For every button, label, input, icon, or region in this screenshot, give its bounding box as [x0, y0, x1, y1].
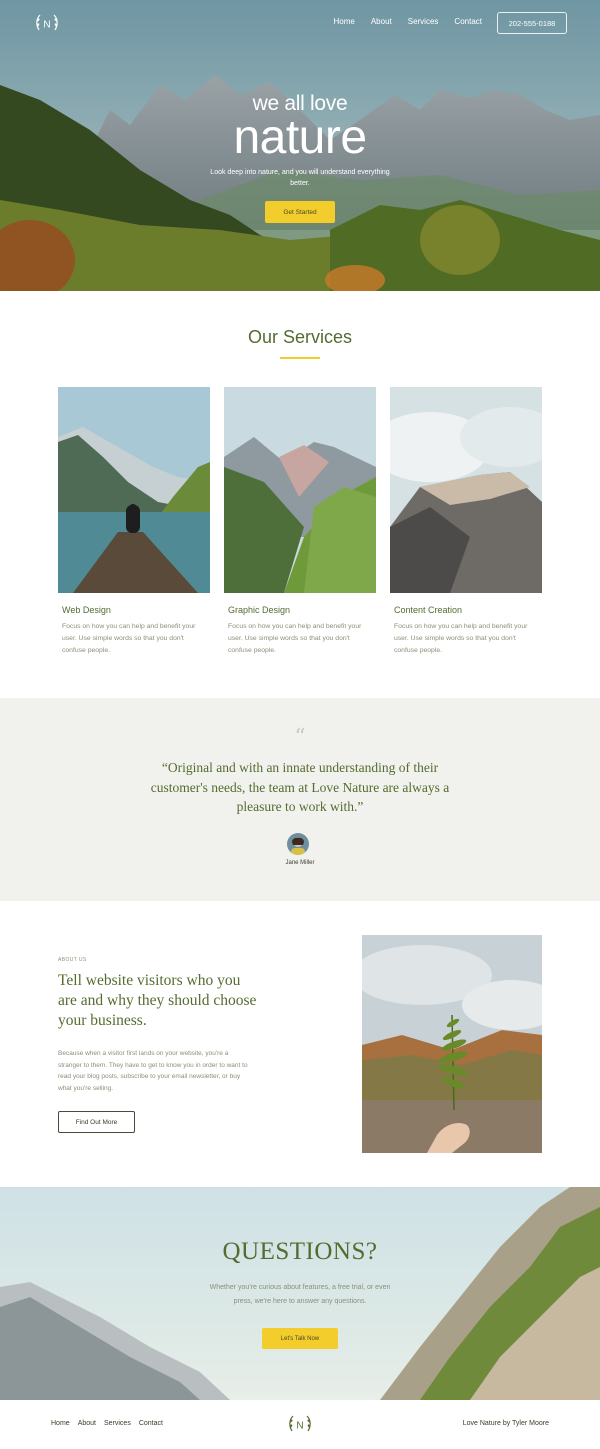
find-out-more-button[interactable]: Find Out More	[58, 1111, 135, 1133]
avatar	[287, 833, 309, 855]
phone-button[interactable]: 202-555-0188	[497, 12, 567, 34]
service-card-graphic-design[interactable]: Graphic Design Focus on how you can help…	[224, 387, 376, 657]
service-title: Graphic Design	[228, 605, 291, 615]
service-image-lake	[58, 387, 210, 593]
hero-section: N Home About Services Contact 202-555-01…	[0, 0, 600, 291]
logo[interactable]: N	[33, 10, 61, 38]
questions-title: QUESTIONS?	[222, 1238, 378, 1265]
nav-contact[interactable]: Contact	[454, 17, 482, 26]
svg-text:N: N	[43, 20, 50, 31]
avatar-photo-icon	[287, 833, 309, 855]
service-card-web-design[interactable]: Web Design Focus on how you can help and…	[58, 387, 210, 657]
main-nav: Home About Services Contact	[317, 17, 482, 26]
service-image-cliff	[390, 387, 542, 593]
footer-logo[interactable]: N	[286, 1411, 314, 1439]
service-title: Content Creation	[394, 605, 463, 615]
hero-heading-large: nature	[233, 111, 367, 164]
hero-subtitle: Look deep into nature, and you will unde…	[210, 169, 390, 187]
about-body: Because when a visitor first lands on yo…	[58, 1050, 248, 1093]
nav-services[interactable]: Services	[408, 17, 439, 26]
svg-text:N: N	[296, 1421, 303, 1432]
footer-nav-services[interactable]: Services	[104, 1420, 131, 1427]
services-title: Our Services	[247, 327, 353, 347]
service-title: Web Design	[62, 605, 111, 615]
quote-icon: “	[294, 725, 306, 750]
service-text: Focus on how you can help and benefit yo…	[228, 623, 362, 654]
laurel-logo-icon: N	[289, 1415, 311, 1432]
service-image-valley	[224, 387, 376, 593]
service-text: Focus on how you can help and benefit yo…	[62, 623, 196, 654]
footer-nav-contact[interactable]: Contact	[139, 1420, 163, 1427]
title-underline	[280, 357, 320, 359]
service-card-content-creation[interactable]: Content Creation Focus on how you can he…	[390, 387, 542, 657]
about-eyebrow: ABOUT US	[58, 957, 87, 963]
nav-about[interactable]: About	[371, 17, 392, 26]
testimonial-author: Jane Miller	[285, 860, 315, 866]
about-image-fern	[362, 935, 542, 1153]
get-started-button[interactable]: Get Started	[265, 201, 335, 223]
about-title: Tell website visitors who you are and wh…	[58, 972, 257, 1029]
testimonial-quote: “Original and with an innate understandi…	[150, 760, 450, 814]
footer-credit: Love Nature by Tyler Moore	[462, 1420, 549, 1427]
service-text: Focus on how you can help and benefit yo…	[394, 623, 528, 654]
nav-home[interactable]: Home	[333, 17, 354, 26]
footer-nav: Home About Services Contact	[51, 1420, 171, 1427]
questions-subtitle: Whether you're curious about features, a…	[209, 1284, 391, 1305]
laurel-logo-icon: N	[36, 14, 58, 31]
footer-nav-home[interactable]: Home	[51, 1420, 70, 1427]
lets-talk-button[interactable]: Let's Talk Now	[262, 1328, 338, 1349]
footer-nav-about[interactable]: About	[78, 1420, 96, 1427]
